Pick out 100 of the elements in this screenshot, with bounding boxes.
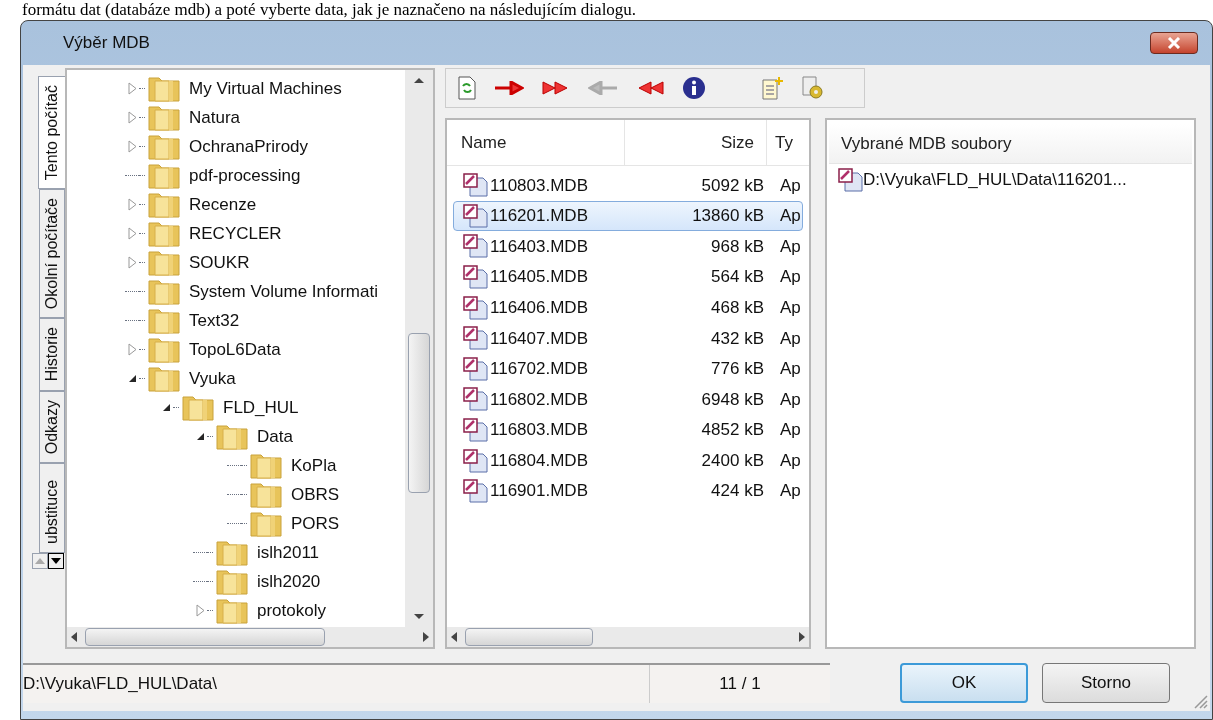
horizontal-scrollbar[interactable]: [447, 627, 809, 647]
tree-item[interactable]: System Volume Informati: [189, 278, 378, 305]
tree-item[interactable]: FLD_HUL: [223, 394, 299, 421]
folder-icon: [249, 480, 283, 509]
info-icon[interactable]: [682, 76, 706, 100]
expand-arrow-icon[interactable]: [127, 227, 137, 240]
file-name: 116201.MDB: [490, 205, 588, 228]
tree-item[interactable]: OchranaPrirody: [189, 133, 309, 160]
tree-item[interactable]: OBRS: [291, 481, 340, 508]
file-row[interactable]: 116802.MDB 6948 kB Ap: [453, 384, 803, 415]
file-row[interactable]: 116406.MDB 468 kB Ap: [453, 292, 803, 323]
database-file-icon: [837, 168, 863, 192]
tree-item[interactable]: SOUKR: [189, 249, 250, 276]
file-type: Ap: [779, 327, 801, 350]
folder-icon: [147, 103, 181, 132]
tree-item[interactable]: protokoly: [257, 597, 326, 624]
left-arrow-icon[interactable]: [588, 81, 618, 95]
new-document-icon[interactable]: [762, 76, 784, 100]
tree-item[interactable]: TopoL6Data: [189, 336, 281, 363]
collapse-arrow-icon[interactable]: [195, 432, 205, 441]
file-row[interactable]: 116201.MDB 13860 kB Ap: [453, 200, 803, 232]
file-row[interactable]: 116803.MDB 4852 kB Ap: [453, 414, 803, 446]
file-row[interactable]: 116702.MDB 776 kB Ap: [453, 353, 803, 385]
file-size: 5092 kB: [700, 174, 764, 197]
file-name: 116407.MDB: [490, 327, 588, 350]
folder-icon: [147, 190, 181, 219]
right-arrow-icon[interactable]: [494, 81, 524, 95]
close-button[interactable]: [1150, 32, 1198, 54]
file-type: Ap: [779, 235, 801, 258]
expand-arrow-icon[interactable]: [127, 82, 137, 95]
file-size: 424 kB: [710, 480, 764, 503]
file-row[interactable]: 116901.MDB 424 kB Ap: [453, 475, 803, 507]
file-type: Ap: [779, 388, 801, 411]
folder-icon: [147, 248, 181, 277]
file-type: Ap: [779, 449, 801, 472]
double-left-arrow-icon[interactable]: [636, 81, 664, 95]
file-row[interactable]: 116407.MDB 432 kB Ap: [453, 322, 803, 354]
tree-item[interactable]: My Virtual Machines: [189, 75, 342, 102]
folder-icon: [147, 74, 181, 103]
file-size: 13860 kB: [691, 205, 764, 228]
dialog-button[interactable]: OK: [900, 663, 1028, 703]
file-size: 4852 kB: [700, 419, 764, 442]
column-header[interactable]: Size: [625, 120, 767, 165]
file-row[interactable]: 110803.MDB 5092 kB Ap: [453, 170, 803, 201]
expand-arrow-icon[interactable]: [127, 256, 137, 269]
tree-item[interactable]: Recenze: [189, 191, 257, 218]
refresh-icon[interactable]: [458, 76, 476, 100]
database-file-icon: [462, 173, 488, 198]
file-name: 110803.MDB: [490, 174, 588, 197]
tree-item[interactable]: islh2011: [257, 539, 320, 566]
file-name: 116702.MDB: [490, 358, 588, 381]
database-file-icon: [462, 356, 488, 381]
tree-item[interactable]: islh2020: [257, 568, 321, 595]
side-tab[interactable]: Tento počítač: [38, 76, 66, 190]
tree-item[interactable]: KoPla: [291, 452, 337, 479]
expand-arrow-icon[interactable]: [127, 343, 137, 356]
collapse-arrow-icon[interactable]: [161, 403, 171, 412]
side-tab[interactable]: Historie: [39, 318, 65, 391]
double-right-arrow-icon[interactable]: [542, 81, 570, 95]
column-header[interactable]: Name: [447, 120, 625, 165]
folder-icon: [215, 596, 249, 625]
file-size: 776 kB: [710, 358, 764, 381]
database-file-icon: [462, 265, 488, 290]
column-header[interactable]: Ty: [767, 120, 793, 165]
file-type: Ap: [779, 419, 801, 442]
file-size: 468 kB: [710, 296, 764, 319]
dialog-button[interactable]: Storno: [1042, 663, 1170, 703]
side-tab[interactable]: Odkazy: [39, 390, 65, 463]
tree-item[interactable]: Text32: [189, 307, 240, 334]
expand-arrow-icon[interactable]: [195, 604, 205, 617]
tree-item[interactable]: Natura: [189, 104, 241, 131]
file-type: Ap: [779, 480, 801, 503]
side-tab[interactable]: ubstituce: [39, 462, 65, 553]
selected-file-path[interactable]: D:\Vyuka\FLD_HUL\Data\116201...: [863, 167, 1127, 193]
file-row[interactable]: 116804.MDB 2400 kB Ap: [453, 445, 803, 476]
file-size: 968 kB: [710, 235, 764, 258]
folder-icon: [181, 393, 215, 422]
horizontal-scrollbar[interactable]: [67, 627, 433, 647]
tree-item[interactable]: Data: [257, 423, 293, 450]
file-name: 116804.MDB: [490, 449, 588, 472]
tree-item[interactable]: pdf-processing: [189, 162, 301, 189]
database-file-icon: [462, 203, 488, 228]
vertical-scrollbar[interactable]: [405, 70, 433, 627]
expand-arrow-icon[interactable]: [127, 111, 137, 124]
document-text: formátu dat (databáze mdb) a poté vyberte data, jak je naznačeno na následujícím dialogu.: [21, 0, 638, 20]
file-name: 116802.MDB: [490, 388, 588, 411]
folder-icon: [215, 422, 249, 451]
tree-item[interactable]: Vyuka: [189, 365, 236, 392]
folder-icon: [147, 335, 181, 364]
collapse-arrow-icon[interactable]: [127, 374, 137, 383]
database-file-icon: [462, 295, 488, 320]
tree-item[interactable]: RECYCLER: [189, 220, 282, 247]
side-tab[interactable]: Okolní počítače: [39, 189, 65, 319]
file-row[interactable]: 116405.MDB 564 kB Ap: [453, 261, 803, 293]
expand-arrow-icon[interactable]: [127, 140, 137, 153]
file-row[interactable]: 116403.MDB 968 kB Ap: [453, 231, 803, 262]
file-size: 432 kB: [710, 327, 764, 350]
expand-arrow-icon[interactable]: [127, 198, 137, 211]
tree-item[interactable]: PORS: [291, 510, 340, 537]
folder-icon: [147, 277, 181, 306]
